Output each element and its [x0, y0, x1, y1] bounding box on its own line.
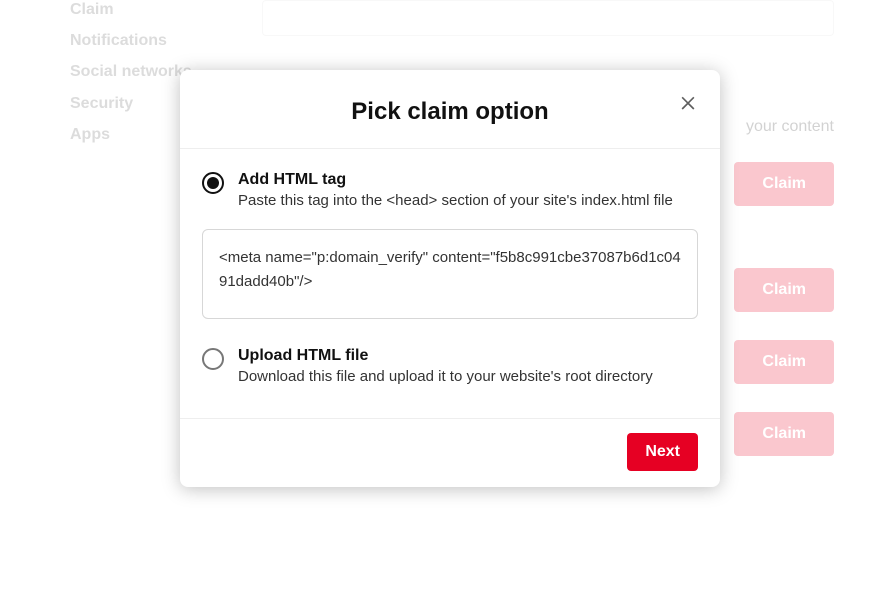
html-tag-code[interactable]: <meta name="p:domain_verify" content="f5…: [202, 229, 698, 319]
radio-selected-icon[interactable]: [202, 172, 224, 194]
modal-header: Pick claim option: [180, 70, 720, 149]
radio-unselected-icon[interactable]: [202, 348, 224, 370]
option-title: Upload HTML file: [238, 347, 653, 365]
modal-body: Add HTML tag Paste this tag into the <he…: [180, 149, 720, 418]
next-button[interactable]: Next: [627, 433, 698, 471]
claim-option-modal: Pick claim option Add HTML tag Paste thi…: [180, 70, 720, 487]
option-add-html-tag[interactable]: Add HTML tag Paste this tag into the <he…: [202, 171, 698, 211]
option-title: Add HTML tag: [238, 171, 673, 189]
option-desc: Paste this tag into the <head> section o…: [238, 191, 673, 211]
modal-title: Pick claim option: [204, 98, 696, 126]
option-desc: Download this file and upload it to your…: [238, 367, 653, 387]
modal-footer: Next: [180, 418, 720, 487]
close-icon[interactable]: [674, 88, 702, 116]
option-upload-html-file[interactable]: Upload HTML file Download this file and …: [202, 347, 698, 387]
